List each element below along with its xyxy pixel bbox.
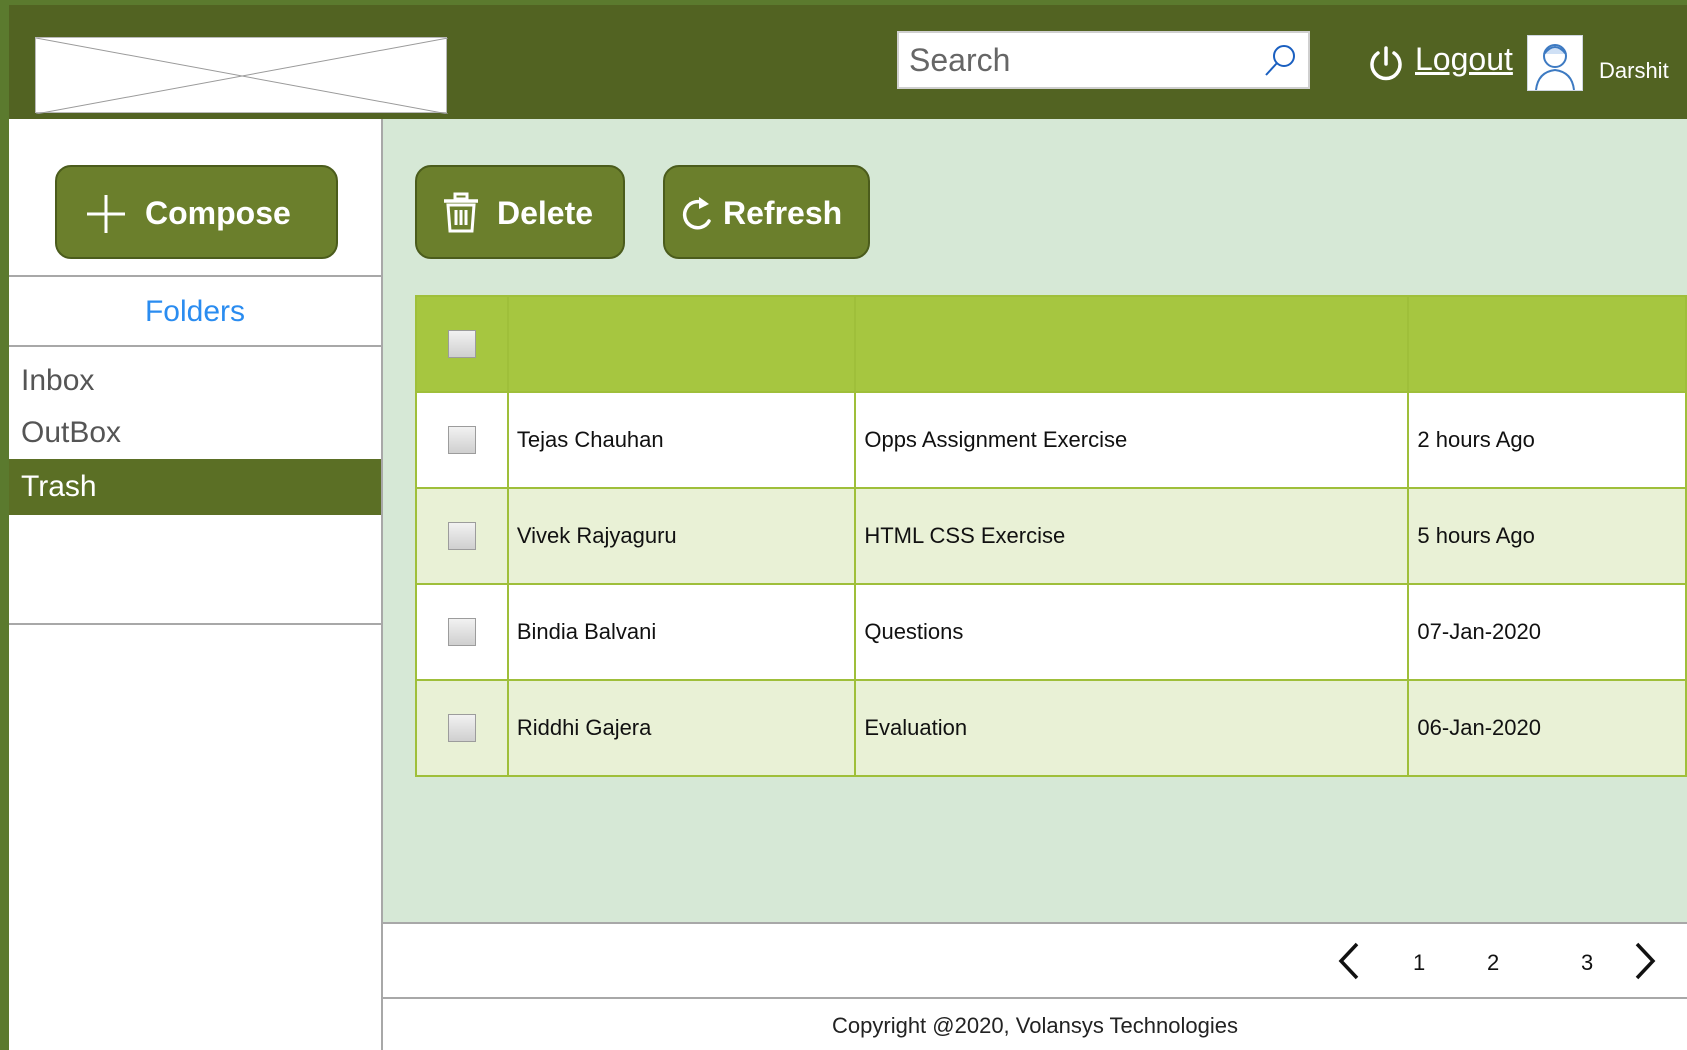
sender-cell: Bindia Balvani bbox=[506, 583, 857, 681]
row-checkbox-cell bbox=[415, 391, 509, 489]
refresh-label: Refresh bbox=[723, 195, 843, 231]
row-checkbox[interactable] bbox=[447, 522, 476, 551]
logo-placeholder bbox=[35, 37, 448, 114]
table-row[interactable]: Bindia Balvani Questions 07-Jan-2020 bbox=[415, 583, 1687, 681]
header-cell bbox=[415, 295, 509, 393]
delete-label: Delete bbox=[497, 195, 594, 231]
row-checkbox[interactable] bbox=[447, 714, 476, 743]
time-cell: 06-Jan-2020 bbox=[1407, 679, 1687, 777]
page-link-3[interactable]: 3 bbox=[1581, 950, 1593, 976]
row-checkbox[interactable] bbox=[447, 618, 476, 647]
mail-table: Tejas Chauhan Opps Assignment Exercise 2… bbox=[415, 295, 1687, 777]
compose-label: Compose bbox=[145, 195, 291, 231]
header-bar: Logout Darshit bbox=[9, 5, 1687, 119]
subject-cell: Evaluation bbox=[854, 679, 1410, 777]
header-cell bbox=[1407, 295, 1687, 393]
select-all-checkbox[interactable] bbox=[447, 330, 476, 359]
page-link-1[interactable]: 1 bbox=[1413, 950, 1425, 976]
power-icon[interactable] bbox=[1365, 43, 1407, 85]
logo-placeholder-icon bbox=[36, 38, 448, 114]
folders-heading: Folders bbox=[144, 295, 246, 328]
chevron-right-icon[interactable] bbox=[1631, 940, 1661, 982]
row-checkbox[interactable] bbox=[447, 426, 476, 455]
search-icon[interactable] bbox=[1260, 41, 1300, 81]
sidebar-item-trash[interactable]: Trash bbox=[9, 459, 381, 515]
search-input[interactable] bbox=[907, 39, 1251, 81]
compose-button[interactable]: Compose bbox=[55, 165, 338, 259]
main-content: Delete Refresh Tejas Chauhan Opps Assign… bbox=[383, 119, 1687, 922]
logout-link[interactable]: Logout bbox=[1415, 41, 1513, 78]
table-row[interactable]: Riddhi Gajera Evaluation 06-Jan-2020 bbox=[415, 679, 1687, 777]
subject-cell: Opps Assignment Exercise bbox=[854, 391, 1410, 489]
time-cell: 2 hours Ago bbox=[1407, 391, 1687, 489]
sidebar-item-inbox[interactable]: Inbox bbox=[9, 353, 381, 409]
table-row[interactable]: Tejas Chauhan Opps Assignment Exercise 2… bbox=[415, 391, 1687, 489]
delete-button[interactable]: Delete bbox=[415, 165, 625, 259]
divider bbox=[9, 345, 381, 347]
user-avatar-icon bbox=[1535, 44, 1575, 91]
time-cell: 5 hours Ago bbox=[1407, 487, 1687, 585]
refresh-icon bbox=[682, 197, 711, 230]
header-cell bbox=[854, 295, 1410, 393]
chevron-left-icon[interactable] bbox=[1333, 940, 1363, 982]
header-cell bbox=[506, 295, 857, 393]
plus-icon bbox=[87, 195, 125, 233]
table-header-row bbox=[415, 295, 1687, 393]
footer: Copyright @2020, Volansys Technologies bbox=[383, 999, 1687, 1050]
divider bbox=[9, 623, 381, 625]
subject-cell: HTML CSS Exercise bbox=[854, 487, 1410, 585]
row-checkbox-cell bbox=[415, 583, 509, 681]
divider bbox=[9, 275, 381, 277]
avatar[interactable] bbox=[1527, 35, 1583, 91]
row-checkbox-cell bbox=[415, 679, 509, 777]
sender-cell: Riddhi Gajera bbox=[506, 679, 857, 777]
row-checkbox-cell bbox=[415, 487, 509, 585]
sender-cell: Tejas Chauhan bbox=[506, 391, 857, 489]
pagination-bar: 1 2 3 bbox=[383, 922, 1687, 999]
table-row[interactable]: Vivek Rajyaguru HTML CSS Exercise 5 hour… bbox=[415, 487, 1687, 585]
subject-cell: Questions bbox=[854, 583, 1410, 681]
sidebar-item-outbox[interactable]: OutBox bbox=[9, 405, 381, 461]
search-box bbox=[897, 31, 1310, 89]
time-cell: 07-Jan-2020 bbox=[1407, 583, 1687, 681]
copyright-text: Copyright @2020, Volansys Technologies bbox=[832, 1013, 1238, 1038]
trash-icon bbox=[444, 192, 478, 233]
sender-cell: Vivek Rajyaguru bbox=[506, 487, 857, 585]
page-link-2[interactable]: 2 bbox=[1487, 950, 1499, 976]
refresh-button[interactable]: Refresh bbox=[663, 165, 870, 259]
sidebar: Compose Folders Inbox OutBox Trash bbox=[9, 119, 383, 1050]
user-name: Darshit bbox=[1599, 58, 1669, 83]
